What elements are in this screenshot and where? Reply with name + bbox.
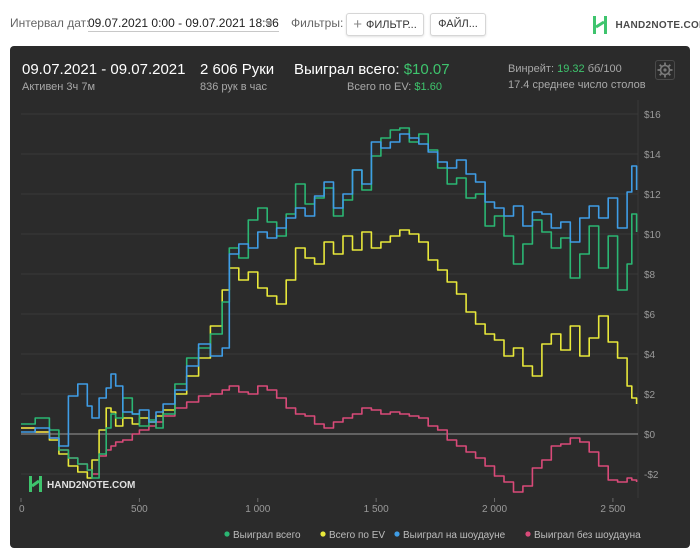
- x-tick-label: 0: [19, 504, 25, 515]
- filter-button[interactable]: + ФИЛЬТР...: [346, 13, 424, 36]
- x-tick-label: 1 000: [245, 504, 270, 515]
- x-tick-label: 500: [131, 504, 148, 515]
- date-interval-label: Интервал дат:: [10, 16, 90, 30]
- chevron-down-icon[interactable]: [265, 21, 273, 26]
- series-lines: [21, 127, 638, 493]
- date-range-select[interactable]: 09.07.2021 0:00 - 09.07.2021 18:36: [88, 16, 279, 32]
- legend-label: Выиграл на шоудауне: [403, 530, 506, 541]
- series-line: [21, 133, 638, 447]
- y-tick-label: -$2: [644, 470, 659, 481]
- chart-watermark: HAND2NOTE.COM: [29, 476, 135, 492]
- file-button[interactable]: ФАЙЛ...: [430, 13, 486, 36]
- hand2note-logo[interactable]: HAND2NOTE.COM: [592, 15, 700, 35]
- y-tick-label: $0: [644, 430, 656, 441]
- series-line: [21, 385, 638, 493]
- chart-legend: Выиграл всего Всего по EV Выиграл на шоуда…: [224, 529, 641, 541]
- profit-chart: -$2 $0 $2 $4 $6 $8 $10 $12 $14 $16 0 500 1 000 1 500…: [19, 100, 661, 541]
- legend-label: Выиграл всего: [233, 530, 301, 541]
- x-tick-label: 2 000: [482, 504, 507, 515]
- y-axis-ticks: -$2 $0 $2 $4 $6 $8 $10 $12 $14 $16: [644, 110, 661, 481]
- legend-label: Выиграл без шоудауна: [534, 529, 641, 541]
- x-tick-label: 2 500: [600, 504, 625, 515]
- filters-label: Фильтры:: [291, 16, 344, 30]
- series-line: [21, 127, 638, 479]
- graph-panel: 09.07.2021 - 09.07.2021 Активен 3ч 7м 2 …: [10, 46, 690, 548]
- y-tick-label: $6: [644, 310, 656, 321]
- x-tick-label: 1 500: [364, 504, 389, 515]
- y-tick-label: $12: [644, 190, 661, 201]
- legend-label: Всего по EV: [329, 530, 385, 541]
- legend-marker: [320, 531, 326, 537]
- hand2note-logo-icon: [593, 16, 607, 34]
- legend-marker: [525, 531, 531, 537]
- filter-button-label: ФИЛЬТР...: [366, 19, 417, 31]
- grid-lines: [21, 100, 639, 498]
- y-tick-label: $14: [644, 150, 661, 161]
- logo-text: HAND2NOTE.COM: [615, 19, 700, 31]
- legend-marker: [224, 531, 230, 537]
- watermark-text: HAND2NOTE.COM: [47, 480, 135, 491]
- y-tick-label: $16: [644, 110, 661, 121]
- y-tick-label: $10: [644, 230, 661, 241]
- x-axis-ticks: 0 500 1 000 1 500 2 000 2 500: [19, 498, 626, 515]
- plus-icon: +: [353, 16, 362, 33]
- y-tick-label: $2: [644, 390, 656, 401]
- top-bar: Интервал дат: 09.07.2021 0:00 - 09.07.20…: [0, 0, 700, 46]
- y-tick-label: $8: [644, 270, 656, 281]
- legend-marker: [394, 531, 400, 537]
- y-tick-label: $4: [644, 350, 656, 361]
